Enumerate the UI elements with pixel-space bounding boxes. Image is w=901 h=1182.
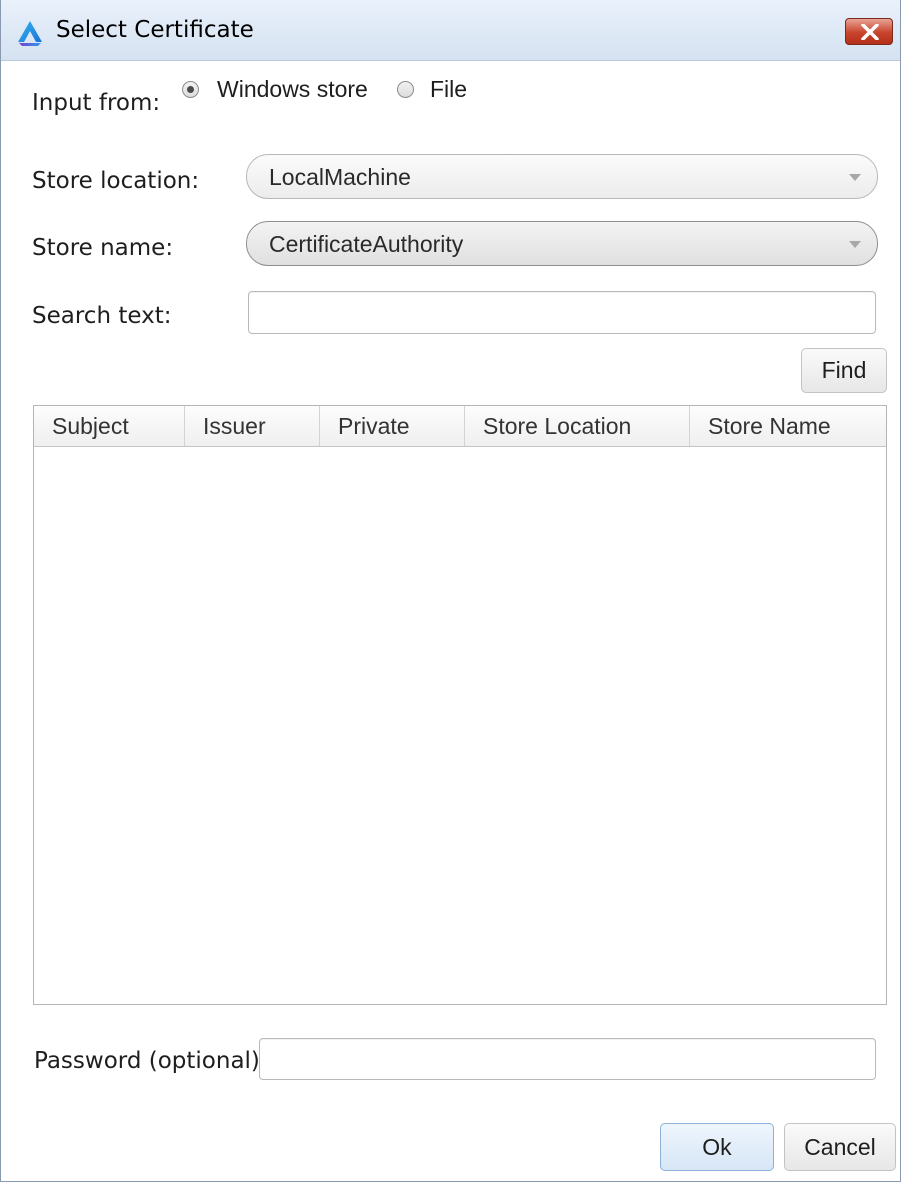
find-button[interactable]: Find bbox=[801, 348, 887, 393]
password-input[interactable] bbox=[259, 1038, 876, 1080]
store-location-value: LocalMachine bbox=[269, 164, 411, 190]
cancel-button[interactable]: Cancel bbox=[784, 1123, 896, 1171]
radio-selected-dot bbox=[187, 86, 194, 93]
column-header-store-location[interactable]: Store Location bbox=[465, 406, 690, 446]
ok-button-label: Ok bbox=[702, 1133, 732, 1160]
store-name-label: Store name: bbox=[32, 235, 174, 261]
table-header: Subject Issuer Private Store Location St… bbox=[34, 406, 886, 447]
table-body[interactable] bbox=[34, 447, 886, 1004]
search-text-label: Search text: bbox=[32, 303, 172, 329]
close-button[interactable] bbox=[845, 18, 893, 45]
store-location-dropdown[interactable]: LocalMachine bbox=[246, 154, 878, 199]
column-header-private[interactable]: Private bbox=[320, 406, 465, 446]
cancel-button-label: Cancel bbox=[804, 1133, 876, 1160]
app-logo-icon bbox=[16, 19, 44, 47]
chevron-down-icon bbox=[849, 241, 861, 248]
select-certificate-dialog: Select Certificate Input from: Windows s… bbox=[0, 0, 901, 1182]
radio-windows-store-label[interactable]: Windows store bbox=[217, 76, 368, 103]
radio-file-label[interactable]: File bbox=[430, 76, 467, 103]
close-icon bbox=[861, 24, 879, 40]
radio-file[interactable] bbox=[397, 81, 414, 98]
store-location-label: Store location: bbox=[32, 168, 200, 194]
radio-windows-store[interactable] bbox=[182, 81, 199, 98]
chevron-down-icon bbox=[849, 174, 861, 181]
column-header-subject[interactable]: Subject bbox=[34, 406, 185, 446]
certificate-table[interactable]: Subject Issuer Private Store Location St… bbox=[33, 405, 887, 1005]
search-text-input[interactable] bbox=[248, 291, 876, 334]
title-bar[interactable]: Select Certificate bbox=[1, 0, 900, 61]
column-header-issuer[interactable]: Issuer bbox=[185, 406, 320, 446]
column-header-store-name[interactable]: Store Name bbox=[690, 406, 886, 446]
find-button-label: Find bbox=[821, 357, 867, 383]
store-name-value: CertificateAuthority bbox=[269, 231, 464, 257]
password-label: Password (optional): bbox=[34, 1048, 268, 1074]
ok-button[interactable]: Ok bbox=[660, 1123, 774, 1171]
store-name-dropdown[interactable]: CertificateAuthority bbox=[246, 221, 878, 266]
input-from-label: Input from: bbox=[32, 90, 161, 116]
window-title: Select Certificate bbox=[56, 17, 254, 43]
